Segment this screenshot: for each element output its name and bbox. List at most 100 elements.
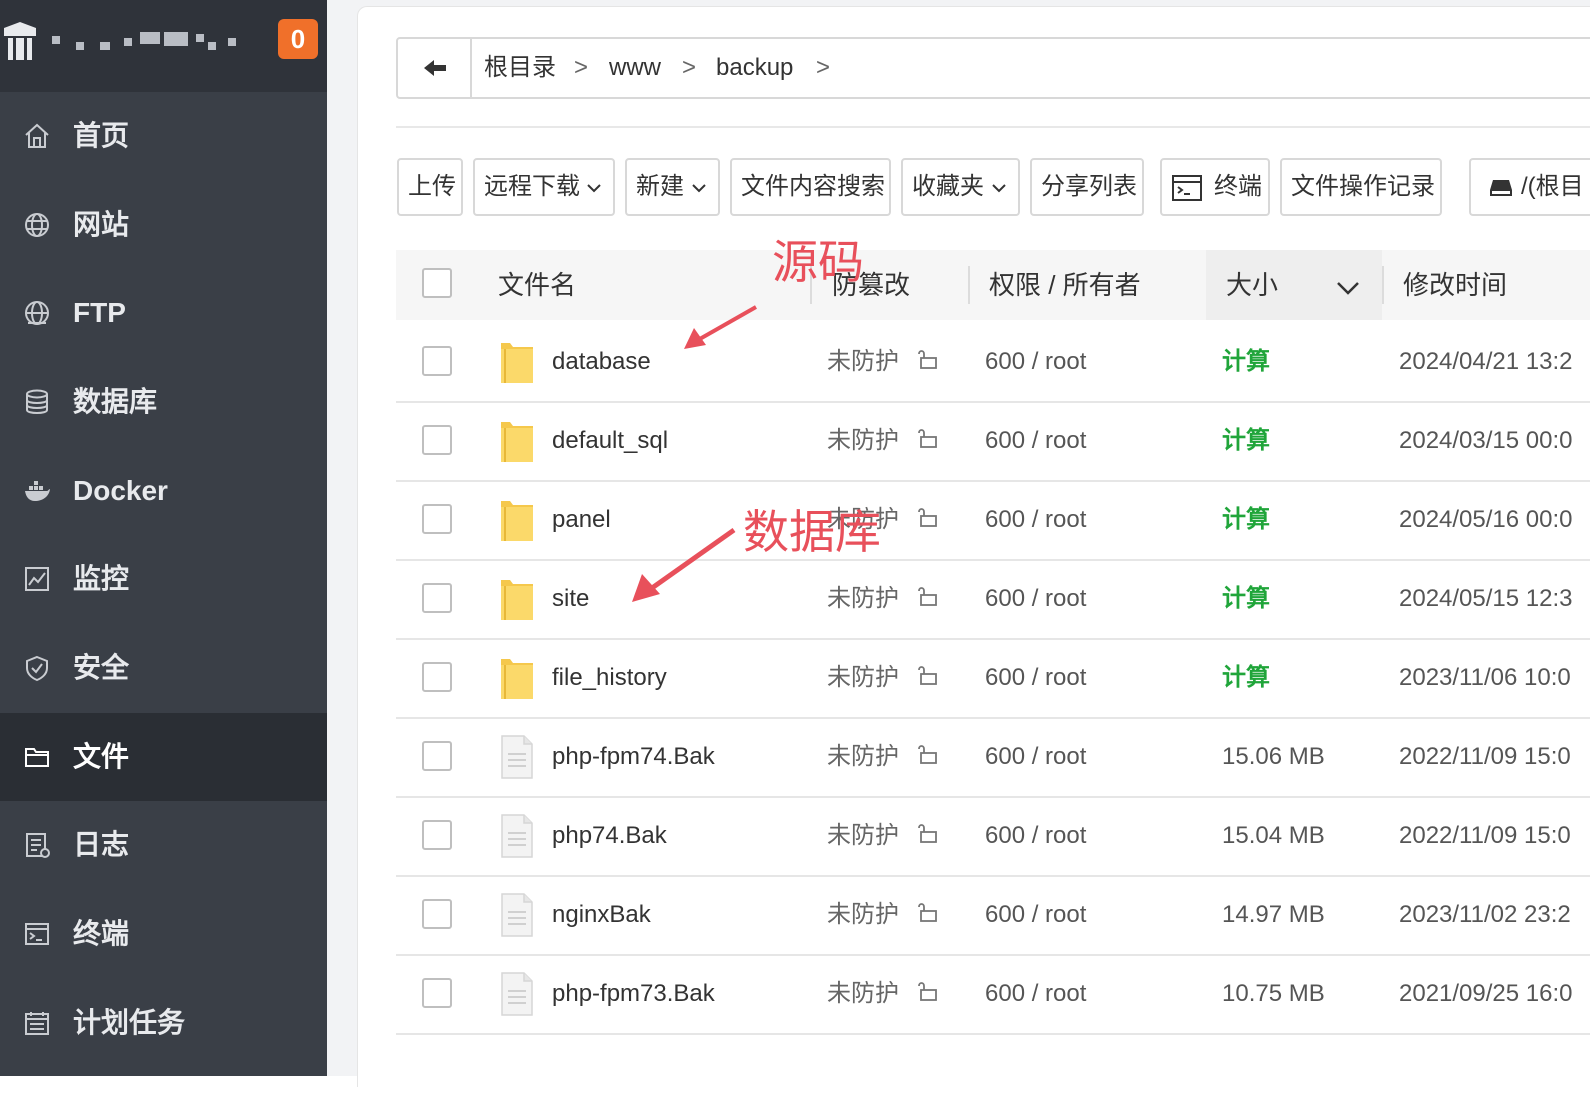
column-header-name[interactable]: 文件名: [498, 250, 576, 320]
file-name[interactable]: nginxBak: [552, 875, 651, 954]
sidebar-item-security[interactable]: 安全: [0, 624, 327, 712]
castle-logo-icon[interactable]: [0, 18, 40, 62]
content-search-button[interactable]: 文件内容搜索: [730, 158, 891, 216]
protect-status[interactable]: 未防护: [827, 638, 899, 717]
protect-status[interactable]: 未防护: [827, 796, 899, 875]
sidebar-item-files[interactable]: 文件: [0, 713, 327, 801]
sidebar-item-label: Docker: [73, 475, 168, 506]
permission-owner[interactable]: 600 / root: [985, 480, 1086, 559]
chevron-down-icon[interactable]: [1336, 280, 1360, 296]
file-name[interactable]: panel: [552, 480, 611, 559]
breadcrumb-backup[interactable]: backup: [716, 39, 793, 97]
row-checkbox[interactable]: [422, 662, 452, 692]
sidebar-item-website[interactable]: 网站: [0, 181, 327, 269]
table-row[interactable]: php-fpm74.Bak 未防护 600 / root 15.06 MB 2022/1…: [396, 717, 1590, 798]
folder-icon: [500, 497, 534, 543]
file-size: 15.06 MB: [1222, 743, 1325, 770]
sidebar: 0 首页 网站 FTP 数据库 Docker 监控 安全 文件 日志 终端 计划…: [0, 0, 327, 1076]
file-name[interactable]: database: [552, 322, 651, 401]
calculate-size-link[interactable]: 计算: [1222, 480, 1270, 559]
breadcrumb-separator: >: [682, 54, 697, 81]
file-name[interactable]: php-fpm73.Bak: [552, 954, 715, 1033]
unlock-icon[interactable]: [916, 901, 938, 923]
permission-owner[interactable]: 600 / root: [985, 875, 1086, 954]
unlock-icon[interactable]: [916, 743, 938, 765]
file-operation-log-button[interactable]: 文件操作记录: [1280, 158, 1442, 216]
permission-owner[interactable]: 600 / root: [985, 954, 1086, 1033]
sidebar-item-database[interactable]: 数据库: [0, 358, 327, 446]
disk-root-button[interactable]: /(根目: [1469, 158, 1590, 216]
table-row[interactable]: site 未防护 600 / root 计算 2024/05/15 12:3: [396, 559, 1590, 640]
table-row[interactable]: nginxBak 未防护 600 / root 14.97 MB 2023/11/02 …: [396, 875, 1590, 956]
column-header-size[interactable]: 大小: [1226, 250, 1278, 320]
protect-status[interactable]: 未防护: [827, 401, 899, 480]
terminal-button[interactable]: 终端: [1160, 158, 1270, 216]
permission-owner[interactable]: 600 / root: [985, 796, 1086, 875]
table-row[interactable]: php74.Bak 未防护 600 / root 15.04 MB 2022/11/09…: [396, 796, 1590, 877]
table-row[interactable]: file_history 未防护 600 / root 计算 2023/11/06 10…: [396, 638, 1590, 719]
file-size: 14.97 MB: [1222, 901, 1325, 928]
table-row[interactable]: default_sql 未防护 600 / root 计算 2024/03/15 00:…: [396, 401, 1590, 482]
file-name[interactable]: php74.Bak: [552, 796, 667, 875]
unlock-icon[interactable]: [916, 427, 938, 449]
sidebar-item-cron[interactable]: 计划任务: [0, 979, 327, 1067]
table-row[interactable]: php-fpm73.Bak 未防护 600 / root 10.75 MB 2021/0…: [396, 954, 1590, 1035]
unlock-icon[interactable]: [916, 585, 938, 607]
sidebar-item-logs[interactable]: 日志: [0, 801, 327, 889]
new-button[interactable]: 新建: [625, 158, 720, 216]
breadcrumb-root[interactable]: 根目录: [484, 39, 556, 97]
favorites-button[interactable]: 收藏夹: [901, 158, 1020, 216]
select-all-checkbox[interactable]: [422, 268, 452, 298]
sidebar-item-docker[interactable]: Docker: [0, 447, 327, 535]
calculate-size-link[interactable]: 计算: [1222, 559, 1270, 638]
table-row[interactable]: database 未防护 600 / root 计算 2024/04/21 13:2: [396, 322, 1590, 403]
permission-owner[interactable]: 600 / root: [985, 638, 1086, 717]
protect-status[interactable]: 未防护: [827, 559, 899, 638]
sidebar-item-label: 文件: [73, 741, 130, 772]
permission-owner[interactable]: 600 / root: [985, 717, 1086, 796]
terminal-icon: [25, 923, 49, 945]
unlock-icon[interactable]: [916, 506, 938, 528]
file-name[interactable]: file_history: [552, 638, 667, 717]
row-checkbox[interactable]: [422, 346, 452, 376]
protect-status[interactable]: 未防护: [827, 875, 899, 954]
file-name[interactable]: php-fpm74.Bak: [552, 717, 715, 796]
sidebar-item-ftp[interactable]: FTP: [0, 269, 327, 357]
row-checkbox[interactable]: [422, 820, 452, 850]
breadcrumb[interactable]: 根目录 > www > backup >: [396, 37, 1590, 99]
calculate-size-link[interactable]: 计算: [1222, 401, 1270, 480]
calculate-size-link[interactable]: 计算: [1222, 322, 1270, 401]
row-checkbox[interactable]: [422, 583, 452, 613]
sidebar-item-monitor[interactable]: 监控: [0, 535, 327, 623]
back-button[interactable]: [398, 39, 472, 97]
notification-badge[interactable]: 0: [278, 19, 318, 59]
share-list-button[interactable]: 分享列表: [1030, 158, 1144, 216]
unlock-icon[interactable]: [916, 664, 938, 686]
row-checkbox[interactable]: [422, 978, 452, 1008]
sidebar-item-terminal[interactable]: 终端: [0, 890, 327, 978]
protect-status[interactable]: 未防护: [827, 717, 899, 796]
permission-owner[interactable]: 600 / root: [985, 322, 1086, 401]
unlock-icon[interactable]: [916, 822, 938, 844]
unlock-icon[interactable]: [916, 348, 938, 370]
file-name[interactable]: site: [552, 559, 589, 638]
row-checkbox[interactable]: [422, 504, 452, 534]
file-name[interactable]: default_sql: [552, 401, 668, 480]
folder-icon: [500, 418, 534, 464]
row-checkbox[interactable]: [422, 741, 452, 771]
calculate-size-link[interactable]: 计算: [1222, 638, 1270, 717]
protect-status[interactable]: 未防护: [827, 954, 899, 1033]
breadcrumb-www[interactable]: www: [609, 39, 661, 97]
unlock-icon[interactable]: [916, 980, 938, 1002]
annotation-database: 数据库: [743, 505, 881, 559]
permission-owner[interactable]: 600 / root: [985, 401, 1086, 480]
column-header-mtime[interactable]: 修改时间: [1403, 250, 1507, 320]
row-checkbox[interactable]: [422, 425, 452, 455]
row-checkbox[interactable]: [422, 899, 452, 929]
sidebar-item-home[interactable]: 首页: [0, 92, 327, 180]
upload-button[interactable]: 上传: [397, 158, 463, 216]
remote-download-button[interactable]: 远程下载: [473, 158, 615, 216]
protect-status[interactable]: 未防护: [827, 322, 899, 401]
permission-owner[interactable]: 600 / root: [985, 559, 1086, 638]
table-row[interactable]: panel 未防护 600 / root 计算 2024/05/16 00:0: [396, 480, 1590, 561]
